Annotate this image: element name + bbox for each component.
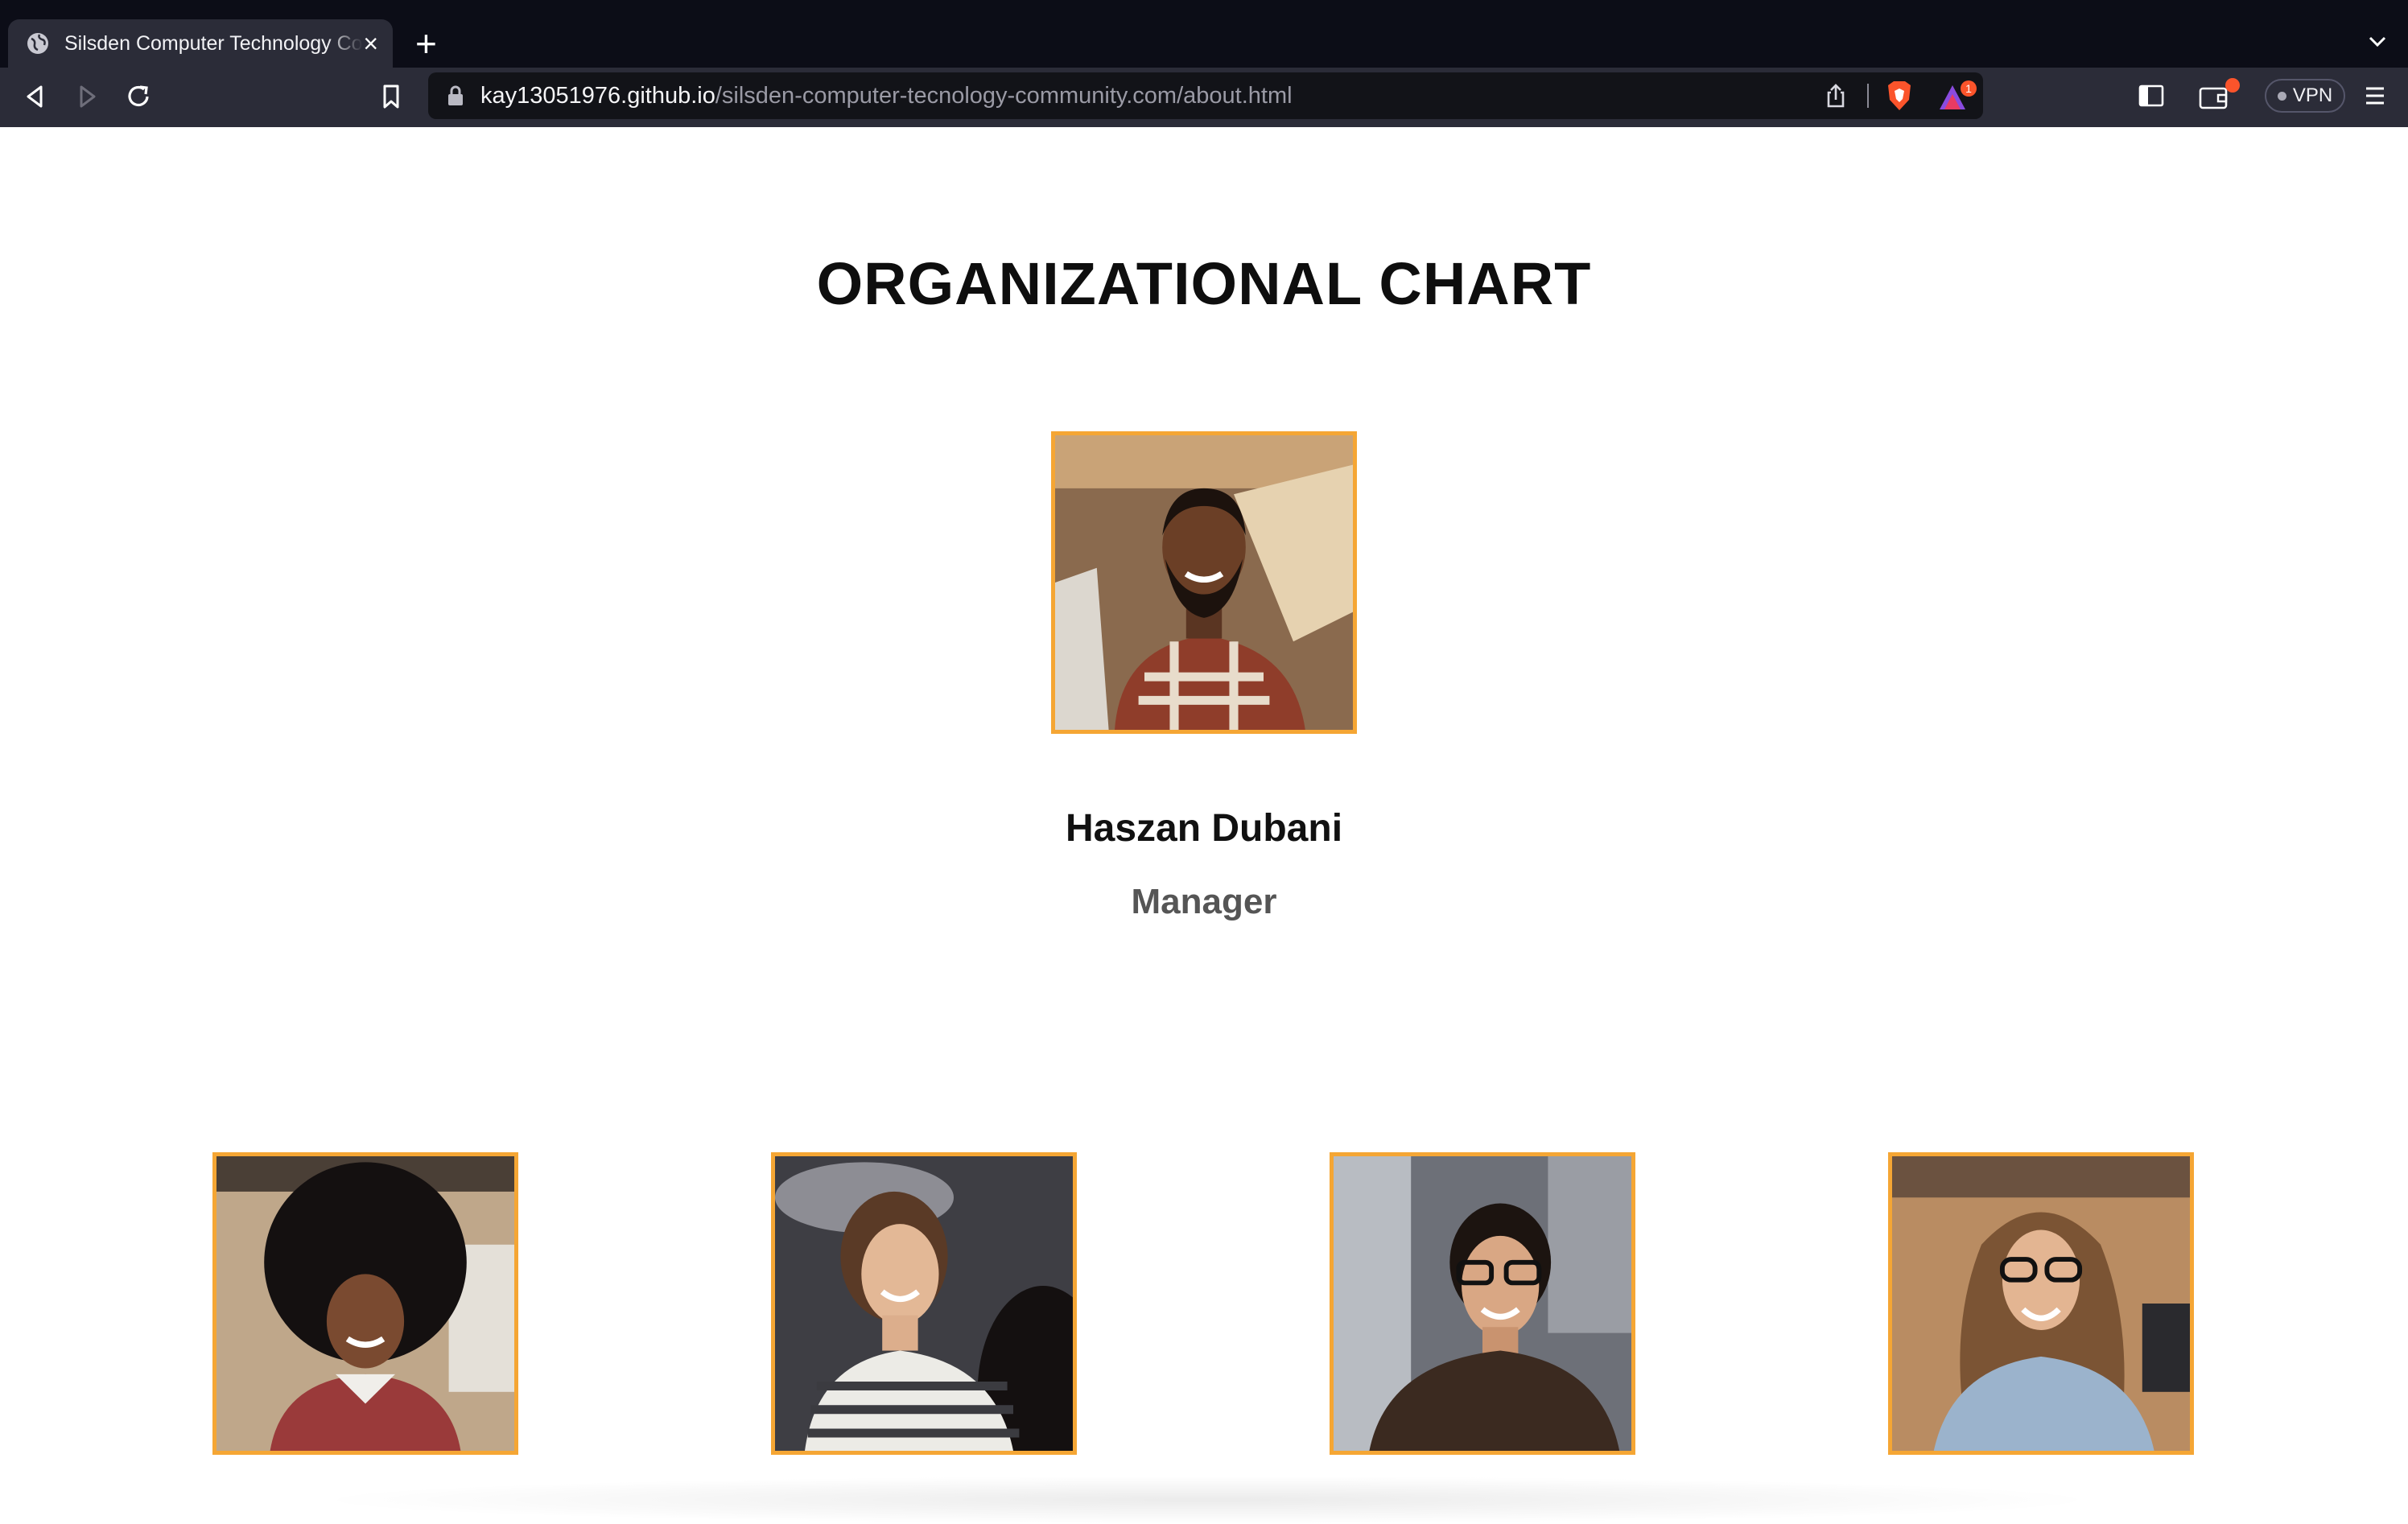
card-shadow [306, 1476, 2109, 1524]
wallet-icon[interactable] [2197, 77, 2241, 113]
globe-icon [27, 33, 48, 54]
back-icon[interactable] [19, 80, 52, 113]
manager-name: Haszan Dubani [1065, 807, 1343, 850]
vpn-label: VPN [2292, 84, 2333, 106]
main-menu-icon[interactable] [2363, 84, 2387, 108]
vpn-button[interactable]: VPN [2265, 79, 2345, 113]
team-member-photo-4 [1888, 1152, 2194, 1455]
url-host: kay13051976.github.io [480, 83, 715, 109]
vpn-status-dot [2277, 91, 2286, 101]
active-tab[interactable]: Silsden Computer Technology Community × [8, 19, 393, 68]
reload-icon[interactable] [122, 80, 155, 113]
tab-strip: Silsden Computer Technology Community × … [0, 0, 2408, 68]
close-tab-icon[interactable]: × [363, 31, 378, 56]
manager-photo [1051, 431, 1357, 734]
team-member-photo-3 [1330, 1152, 1635, 1455]
url-path: /silsden-computer-tecnology-community.co… [715, 83, 1293, 109]
tab-title: Silsden Computer Technology Community [64, 31, 363, 55]
toolbar-separator [1867, 84, 1869, 108]
share-icon[interactable] [1822, 82, 1849, 109]
brave-shields-icon[interactable] [1883, 79, 1915, 113]
sidebar-toggle-icon[interactable] [2138, 84, 2165, 108]
brave-rewards-icon[interactable]: 1 [1936, 79, 1980, 114]
page-title: ORGANIZATIONAL CHART [816, 250, 1592, 317]
tab-list-chevron-icon[interactable] [2365, 29, 2390, 55]
team-member-photo-1 [212, 1152, 518, 1455]
lock-icon[interactable] [446, 84, 465, 107]
rewards-badge: 1 [1965, 82, 1972, 95]
new-tab-icon[interactable]: + [415, 24, 437, 63]
url-text[interactable]: kay13051976.github.io/silsden-computer-t… [480, 80, 1293, 112]
team-member-photo-2 [771, 1152, 1077, 1455]
manager-role: Manager [1131, 882, 1277, 921]
forward-icon[interactable] [71, 80, 103, 113]
bookmark-icon[interactable] [375, 80, 407, 113]
